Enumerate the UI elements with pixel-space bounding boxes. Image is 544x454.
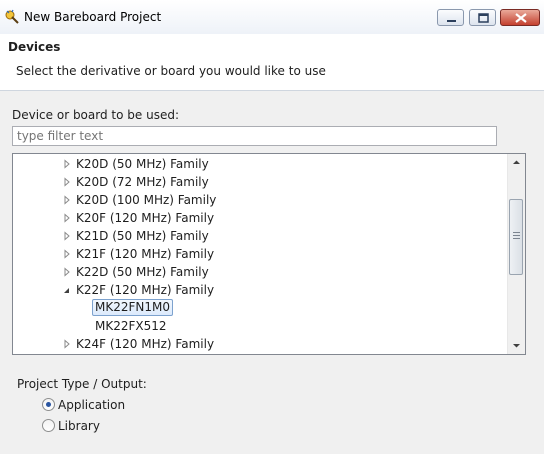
tree-item-label: MK22FX512 (95, 319, 167, 333)
tree-item-label: K24F (120 MHz) Family (76, 337, 215, 351)
collapsed-arrow-icon[interactable] (62, 339, 72, 349)
tree-family-row[interactable]: K21F (120 MHz) Family (13, 245, 508, 263)
maximize-icon (478, 13, 489, 23)
tree-family-row[interactable]: K20F (120 MHz) Family (13, 209, 508, 227)
tree-item-label: K22D (50 MHz) Family (76, 265, 209, 279)
tree-item-label: K20D (50 MHz) Family (76, 157, 209, 171)
collapsed-arrow-icon[interactable] (62, 159, 72, 169)
close-button[interactable] (500, 9, 540, 26)
wizard-body: Device or board to be used: K20D (50 MHz… (0, 91, 544, 454)
tree-item-label: K21F (120 MHz) Family (76, 247, 215, 261)
grip-line (513, 232, 520, 233)
scroll-down-icon[interactable] (508, 337, 525, 354)
collapsed-arrow-icon[interactable] (62, 195, 72, 205)
project-type-label: Project Type / Output: (17, 377, 147, 391)
tree-family-row[interactable]: K20D (72 MHz) Family (13, 173, 508, 191)
expanded-arrow-icon[interactable] (62, 285, 72, 295)
tree-item-label: K21D (50 MHz) Family (76, 229, 209, 243)
grip-line (513, 235, 520, 236)
grip-line (513, 238, 520, 239)
radio-label: Application (58, 398, 126, 412)
tree-item-label: K20D (72 MHz) Family (76, 175, 209, 189)
device-field-label: Device or board to be used: (12, 108, 179, 122)
collapsed-arrow-icon[interactable] (62, 213, 72, 223)
collapsed-arrow-icon[interactable] (62, 231, 72, 241)
tree-item-label: K20D (100 MHz) Family (76, 193, 217, 207)
filter-input[interactable] (12, 126, 497, 146)
scroll-thumb[interactable] (509, 199, 523, 275)
device-tree[interactable]: K20D (50 MHz) Family K20D (72 MHz) Family… (12, 153, 526, 355)
radio-button[interactable] (42, 398, 55, 411)
collapsed-arrow-icon[interactable] (62, 249, 72, 259)
tree-device-row[interactable]: MK22FN1M0 (13, 299, 508, 317)
minimize-icon (447, 20, 456, 22)
window-title: New Bareboard Project (24, 10, 162, 24)
tree-scrollbar[interactable] (507, 154, 525, 354)
tree-family-row[interactable]: K20D (100 MHz) Family (13, 191, 508, 209)
scroll-up-icon[interactable] (508, 154, 525, 171)
minimize-button[interactable] (437, 9, 464, 26)
tree-device-row[interactable]: MK22FX512 (13, 317, 508, 335)
page-description: Select the derivative or board you would… (16, 64, 326, 78)
radio-checked-dot (46, 402, 51, 407)
collapsed-arrow-icon[interactable] (62, 267, 72, 277)
close-icon (515, 13, 527, 23)
tree-family-row[interactable]: K22F (120 MHz) Family (13, 281, 508, 299)
radio-label: Library (58, 419, 100, 433)
radio-button[interactable] (42, 419, 55, 432)
collapsed-arrow-icon[interactable] (62, 177, 72, 187)
page-title: Devices (8, 40, 61, 54)
tree-family-row[interactable]: K24F (120 MHz) Family (13, 335, 508, 353)
tree-family-row[interactable]: K20D (50 MHz) Family (13, 155, 508, 173)
tree-item-label: MK22FN1M0 (92, 299, 173, 316)
tree-family-row[interactable]: K22D (50 MHz) Family (13, 263, 508, 281)
tree-family-row[interactable]: K21D (50 MHz) Family (13, 227, 508, 245)
title-bar: New Bareboard Project (0, 0, 544, 35)
tree-item-label: K22F (120 MHz) Family (76, 283, 215, 297)
maximize-button[interactable] (469, 9, 496, 26)
eclipse-wizard-icon (5, 9, 19, 24)
page-header: Devices Select the derivative or board y… (0, 34, 544, 91)
tree-item-label: K20F (120 MHz) Family (76, 211, 215, 225)
